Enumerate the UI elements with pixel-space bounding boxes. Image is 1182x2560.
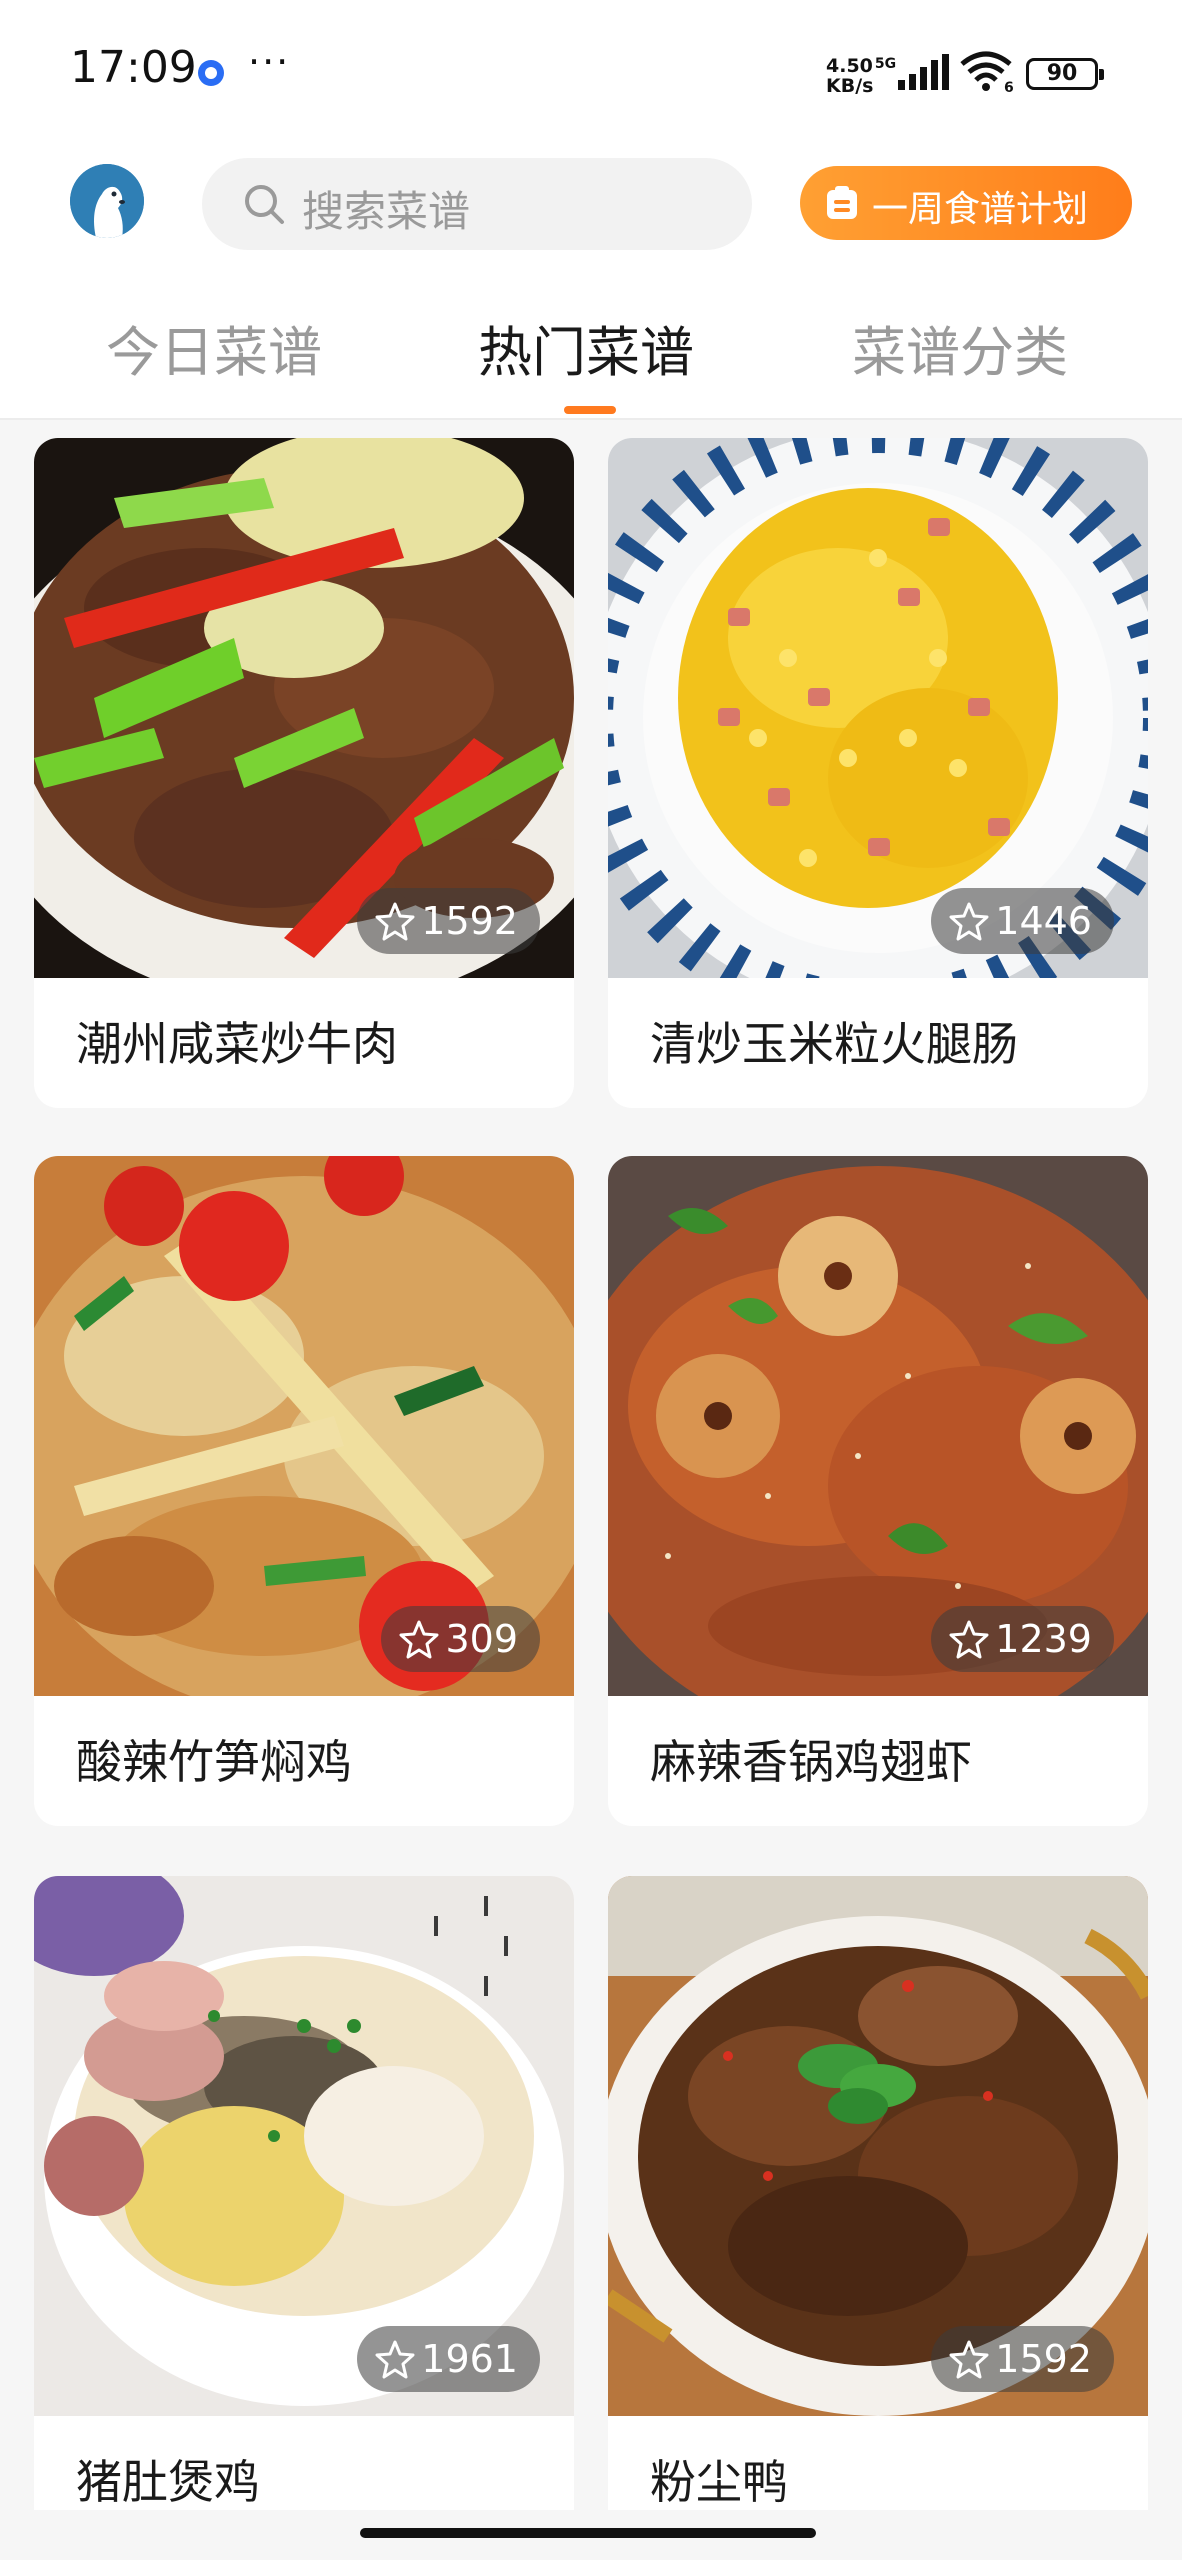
- favorite-count-badge: 1592: [357, 888, 540, 954]
- star-icon: [949, 1620, 989, 1659]
- recipe-card[interactable]: 1592 粉尘鸭: [608, 1876, 1148, 2510]
- star-icon: [399, 1620, 439, 1659]
- recipe-card[interactable]: 1961 猪肚煲鸡: [34, 1876, 574, 2510]
- recipe-title: 清炒玉米粒火腿肠: [650, 1017, 1018, 1071]
- net-speed-value: 4.50: [826, 55, 873, 77]
- star-icon: [375, 902, 415, 941]
- wifi-level: 6: [1004, 80, 1014, 94]
- tab-recipe-categories[interactable]: 菜谱分类: [852, 308, 1068, 387]
- favorite-count-badge: 1961: [357, 2326, 540, 2392]
- favorite-count-badge: 309: [381, 1606, 540, 1672]
- status-time: 17:09: [70, 42, 197, 93]
- seal-avatar-icon: [70, 164, 144, 238]
- weekly-meal-plan-button[interactable]: 一周食谱计划: [800, 166, 1132, 240]
- more-notifications-icon: ···: [248, 40, 291, 84]
- recipe-card[interactable]: 1446 清炒玉米粒火腿肠: [608, 438, 1148, 1108]
- favorite-count: 1239: [995, 1617, 1092, 1661]
- meal-plan-icon: [827, 186, 857, 219]
- tab-today-recipes[interactable]: 今日菜谱: [106, 308, 322, 387]
- app-header: 搜索菜谱 一周食谱计划 今日菜谱 热门菜谱 菜谱分类: [0, 150, 1182, 420]
- favorite-count: 1592: [995, 2337, 1092, 2381]
- recipe-title: 猪肚煲鸡: [76, 2455, 260, 2509]
- favorite-count-badge: 1592: [931, 2326, 1114, 2392]
- cellular-signal-icon: [898, 54, 949, 90]
- tab-popular-recipes[interactable]: 热门菜谱: [478, 308, 694, 387]
- network-speed: 4.50 5G KB/s: [826, 54, 896, 96]
- recipe-title: 潮州咸菜炒牛肉: [76, 1017, 398, 1071]
- favorite-count: 1592: [421, 899, 518, 943]
- plan-button-label: 一周食谱计划: [872, 189, 1089, 230]
- favorite-count: 309: [445, 1617, 518, 1661]
- battery-icon: 90: [1026, 58, 1104, 90]
- status-bar: 17:09 ··· 4.50 5G KB/s 6 90: [0, 0, 1182, 150]
- star-icon: [375, 2340, 415, 2379]
- recipe-grid: 1592 潮州咸菜炒牛肉 1446 清炒玉米粒火腿肠 309 酸辣竹笋焖鸡 12…: [0, 420, 1182, 2510]
- app-notification-icon: [198, 60, 224, 86]
- net-speed-unit: KB/s: [826, 75, 874, 97]
- recipe-card[interactable]: 1239 麻辣香锅鸡翅虾: [608, 1156, 1148, 1826]
- recipe-title: 酸辣竹笋焖鸡: [76, 1735, 352, 1789]
- favorite-count: 1961: [421, 2337, 518, 2381]
- recipe-title: 麻辣香锅鸡翅虾: [650, 1735, 972, 1789]
- avatar[interactable]: [70, 164, 144, 238]
- search-icon: [245, 185, 284, 224]
- star-icon: [949, 2340, 989, 2379]
- active-tab-indicator: [564, 406, 616, 414]
- favorite-count: 1446: [995, 899, 1092, 943]
- search-placeholder: 搜索菜谱: [302, 187, 471, 236]
- recipe-title: 粉尘鸭: [650, 2455, 788, 2509]
- recipe-card[interactable]: 1592 潮州咸菜炒牛肉: [34, 438, 574, 1108]
- network-type: 5G: [874, 56, 897, 72]
- search-box[interactable]: 搜索菜谱: [202, 158, 752, 250]
- wifi-icon: 6: [960, 51, 1014, 94]
- favorite-count-badge: 1446: [931, 888, 1114, 954]
- home-indicator[interactable]: [360, 2528, 816, 2538]
- recipe-card[interactable]: 309 酸辣竹笋焖鸡: [34, 1156, 574, 1826]
- star-icon: [949, 902, 989, 941]
- favorite-count-badge: 1239: [931, 1606, 1114, 1672]
